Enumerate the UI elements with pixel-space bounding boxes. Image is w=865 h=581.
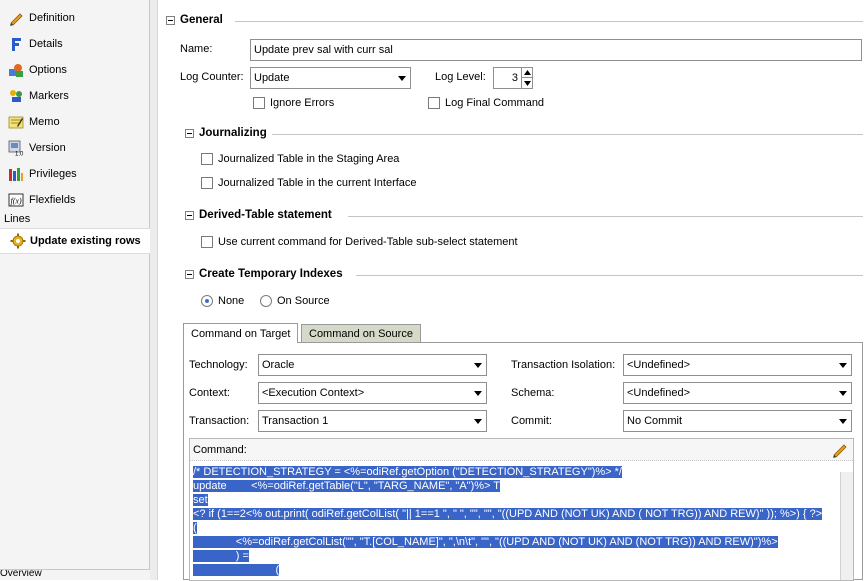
- radio-on-source[interactable]: On Source: [260, 295, 330, 307]
- gear-icon: [10, 233, 26, 249]
- divider: [272, 134, 863, 135]
- sidebar: Definition Details Options Markers Memo …: [0, 0, 150, 580]
- commit-select[interactable]: No Commit: [623, 410, 852, 432]
- code-line: update <%=odiRef.getTable("L", "TARG_NAM…: [193, 480, 501, 492]
- journalized-interface-checkbox[interactable]: Journalized Table in the current Interfa…: [201, 177, 417, 189]
- main-panel: General Name: Update prev sal with curr …: [150, 0, 865, 581]
- transaction-select[interactable]: Transaction 1: [258, 410, 487, 432]
- memo-icon: [8, 114, 24, 130]
- transaction-isolation-label: Transaction Isolation:: [511, 359, 616, 371]
- chevron-down-icon: [474, 363, 482, 368]
- divider: [356, 275, 863, 276]
- collapse-icon[interactable]: [185, 128, 194, 138]
- sidebar-item-update-existing-rows[interactable]: Update existing rows: [0, 228, 150, 254]
- section-temp-indexes-header[interactable]: Create Temporary Indexes: [185, 268, 343, 280]
- sidebar-item-label: Memo: [29, 116, 60, 128]
- spin-down-icon[interactable]: [522, 78, 532, 88]
- chevron-down-icon: [474, 419, 482, 424]
- technology-select[interactable]: Oracle: [258, 354, 487, 376]
- sidebar-item-label: Privileges: [29, 168, 77, 180]
- markers-icon: [8, 88, 24, 104]
- sidebar-item-details[interactable]: Details: [8, 33, 148, 55]
- privileges-icon: [8, 166, 24, 182]
- sidebar-item-label: Version: [29, 142, 66, 154]
- log-level-label: Log Level:: [435, 71, 486, 83]
- panel-divider[interactable]: [150, 0, 158, 580]
- options-icon: [8, 62, 24, 78]
- svg-text:f(x): f(x): [11, 197, 22, 206]
- log-level-spinner[interactable]: 3: [493, 67, 533, 89]
- sidebar-item-definition[interactable]: Definition: [8, 7, 148, 29]
- radio-none[interactable]: None: [201, 295, 244, 307]
- sidebar-item-version[interactable]: 1.0 Version: [8, 137, 148, 159]
- journalized-staging-checkbox[interactable]: Journalized Table in the Staging Area: [201, 153, 399, 165]
- command-panel: Technology: Oracle Transaction Isolation…: [183, 342, 863, 581]
- command-editor[interactable]: Command: /* DETECTION_STRATEGY = <%=odiR…: [189, 438, 854, 581]
- overview-tab[interactable]: Overview: [0, 569, 150, 580]
- sidebar-item-label: Markers: [29, 90, 69, 102]
- technology-label: Technology:: [189, 359, 248, 371]
- chevron-down-icon: [839, 419, 847, 424]
- divider: [235, 21, 863, 22]
- sidebar-group-label: Lines: [4, 213, 31, 225]
- transaction-isolation-select[interactable]: <Undefined>: [623, 354, 852, 376]
- ignore-errors-checkbox[interactable]: Ignore Errors: [253, 97, 334, 109]
- code-line: set: [193, 494, 208, 506]
- context-label: Context:: [189, 387, 230, 399]
- log-final-command-checkbox[interactable]: Log Final Command: [428, 97, 544, 109]
- chevron-down-icon: [839, 391, 847, 396]
- divider: [348, 216, 863, 217]
- sidebar-item-label: Options: [29, 64, 67, 76]
- code-line: ) =: [193, 550, 249, 562]
- section-journalizing-header[interactable]: Journalizing: [185, 127, 267, 139]
- code-scrollbar[interactable]: [840, 472, 853, 580]
- chevron-down-icon: [398, 76, 406, 81]
- code-line: <? if (1==2<% out.print( odiRef.getColLi…: [193, 508, 823, 520]
- details-icon: [8, 36, 24, 52]
- tab-command-on-target[interactable]: Command on Target: [183, 323, 299, 343]
- section-derived-header[interactable]: Derived-Table statement: [185, 209, 332, 221]
- flexfields-icon: f(x): [8, 192, 24, 208]
- pencil-icon: [8, 10, 24, 26]
- sidebar-item-label: Details: [29, 38, 63, 50]
- chevron-down-icon: [839, 363, 847, 368]
- sidebar-item-label: Flexfields: [29, 194, 76, 206]
- collapse-icon[interactable]: [185, 269, 194, 279]
- sidebar-item-privileges[interactable]: Privileges: [8, 163, 148, 185]
- sidebar-item-options[interactable]: Options: [8, 59, 148, 81]
- collapse-icon[interactable]: [166, 15, 175, 25]
- sidebar-item-label: Update existing rows: [30, 235, 141, 247]
- section-general-header[interactable]: General: [166, 14, 223, 26]
- tab-command-on-source[interactable]: Command on Source: [301, 324, 421, 343]
- sidebar-item-flexfields[interactable]: f(x) Flexfields: [8, 189, 148, 211]
- edit-pencil-icon[interactable]: [831, 441, 848, 461]
- command-header: [190, 439, 853, 461]
- chevron-down-icon: [474, 391, 482, 396]
- command-label: Command:: [193, 444, 247, 456]
- log-counter-select[interactable]: Update: [250, 67, 411, 89]
- collapse-icon[interactable]: [185, 210, 194, 220]
- code-line: (: [193, 564, 280, 576]
- sidebar-item-label: Definition: [29, 12, 75, 24]
- code-line: <%=odiRef.getColList("", "T.[COL_NAME]",…: [193, 536, 778, 548]
- sidebar-item-memo[interactable]: Memo: [8, 111, 148, 133]
- schema-select[interactable]: <Undefined>: [623, 382, 852, 404]
- sidebar-item-markers[interactable]: Markers: [8, 85, 148, 107]
- derived-table-checkbox[interactable]: Use current command for Derived-Table su…: [201, 236, 518, 248]
- transaction-label: Transaction:: [189, 415, 250, 427]
- log-counter-label: Log Counter:: [180, 71, 244, 83]
- context-select[interactable]: <Execution Context>: [258, 382, 487, 404]
- code-line: (: [193, 522, 197, 534]
- name-field[interactable]: Update prev sal with curr sal: [250, 39, 862, 61]
- svg-text:1.0: 1.0: [15, 152, 24, 157]
- name-label: Name:: [180, 43, 213, 55]
- code-line: /* DETECTION_STRATEGY = <%=odiRef.getOpt…: [193, 466, 622, 478]
- version-icon: 1.0: [8, 140, 24, 156]
- spin-up-icon[interactable]: [522, 68, 532, 78]
- commit-label: Commit:: [511, 415, 552, 427]
- schema-label: Schema:: [511, 387, 555, 399]
